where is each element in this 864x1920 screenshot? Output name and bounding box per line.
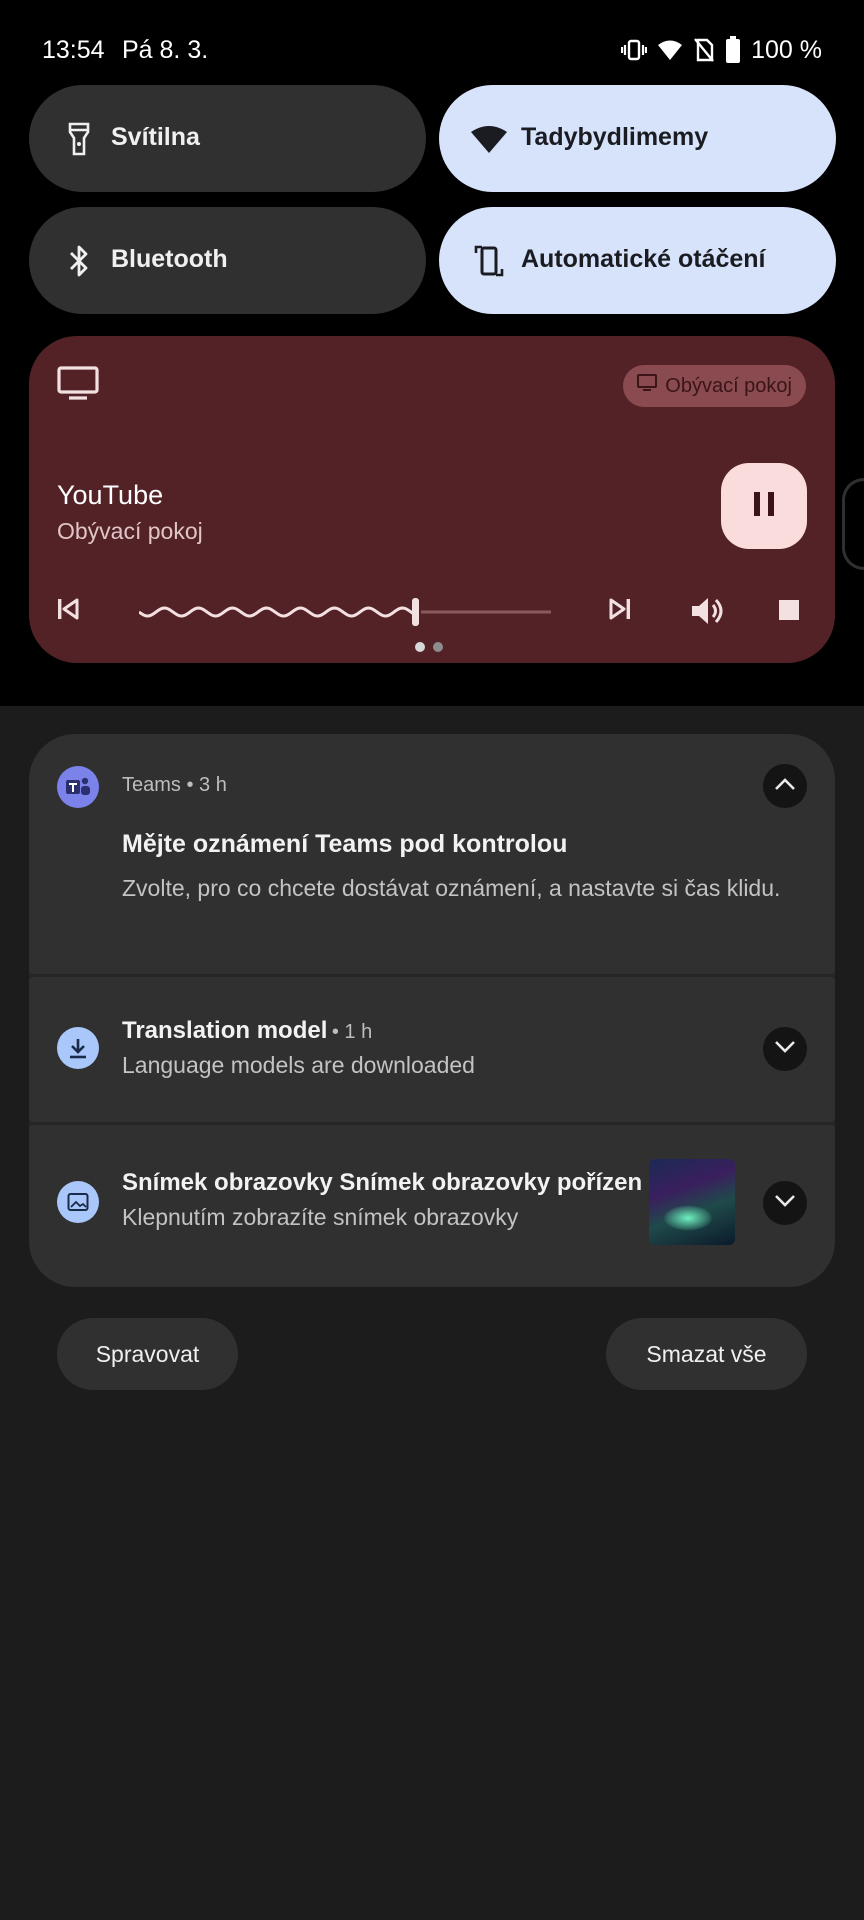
- app-name: Teams: [122, 774, 181, 796]
- battery-icon: [725, 36, 741, 64]
- tv-icon: [57, 366, 99, 405]
- tile-label: Automatické otáčení: [521, 245, 766, 273]
- notification-title: Translation model: [122, 1017, 328, 1044]
- status-date: Pá 8. 3.: [122, 36, 209, 64]
- tile-label: Bluetooth: [111, 245, 228, 273]
- next-media-card-edge[interactable]: [842, 478, 864, 570]
- auto-rotate-icon: [469, 241, 509, 281]
- tile-bluetooth[interactable]: Bluetooth: [29, 207, 426, 314]
- cast-icon: [637, 374, 658, 398]
- media-subtitle: Obývací pokoj: [57, 518, 203, 544]
- notification-text: Zvolte, pro co chcete dostávat oznámení,…: [122, 875, 781, 901]
- next-track-button[interactable]: [607, 596, 633, 627]
- media-page-indicator: [415, 642, 443, 652]
- status-time: 13:54: [42, 36, 105, 64]
- tile-label: Tadybydlimemy: [521, 123, 709, 151]
- expand-button[interactable]: [763, 1181, 807, 1225]
- notification-text: Language models are downloaded: [122, 1052, 475, 1078]
- chevron-down-icon: [774, 1194, 796, 1213]
- notification-time: 3 h: [199, 774, 227, 796]
- pause-button[interactable]: [721, 463, 807, 549]
- notification-time: • 1 h: [331, 1021, 373, 1043]
- notification-text: Klepnutím zobrazíte snímek obrazovky: [122, 1204, 519, 1230]
- collapse-button[interactable]: [763, 764, 807, 808]
- manage-button[interactable]: Spravovat: [57, 1318, 238, 1390]
- download-icon: [57, 1027, 99, 1069]
- image-icon: [57, 1181, 99, 1223]
- volume-button[interactable]: [689, 594, 725, 633]
- output-device-chip[interactable]: Obývací pokoj: [623, 365, 806, 407]
- wifi-icon: [657, 38, 683, 62]
- bluetooth-icon: [59, 241, 99, 281]
- output-device-label: Obývací pokoj: [665, 374, 792, 397]
- chevron-up-icon: [774, 777, 796, 796]
- battery-level: 100 %: [751, 35, 822, 64]
- status-bar: 13:54 Pá 8. 3. 100 %: [0, 0, 864, 80]
- vibrate-icon: [621, 38, 648, 62]
- previous-track-button[interactable]: [55, 596, 81, 627]
- teams-icon: [57, 766, 99, 808]
- tile-label: Svítilna: [111, 123, 200, 151]
- notification-meta: Teams • 3 h: [122, 774, 227, 796]
- screenshot-thumbnail[interactable]: [649, 1159, 735, 1245]
- seek-bar[interactable]: [139, 596, 551, 628]
- page-dot: [433, 642, 443, 652]
- clear-all-button[interactable]: Smazat vše: [606, 1318, 807, 1390]
- no-sim-icon: [693, 37, 715, 63]
- notification-title: Snímek obrazovky Snímek obrazovky poříze…: [122, 1169, 643, 1196]
- tile-flashlight[interactable]: Svítilna: [29, 85, 426, 192]
- flashlight-icon: [59, 119, 99, 159]
- notification-group: Teams • 3 h Mějte oznámení Teams pod kon…: [29, 734, 835, 1287]
- wifi-icon: [469, 119, 509, 159]
- status-icons: 100 %: [621, 34, 822, 66]
- notification-title: Mějte oznámení Teams pod kontrolou: [122, 830, 568, 858]
- notification-shade: Teams • 3 h Mějte oznámení Teams pod kon…: [0, 706, 864, 1920]
- media-controls: [29, 586, 835, 636]
- chevron-down-icon: [774, 1040, 796, 1059]
- media-player: Obývací pokoj YouTube Obývací pokoj: [29, 336, 835, 663]
- notification-teams[interactable]: Teams • 3 h Mějte oznámení Teams pod kon…: [29, 734, 835, 974]
- pause-icon: [752, 490, 776, 523]
- page-dot: [415, 642, 425, 652]
- stop-button[interactable]: [777, 598, 801, 627]
- tile-auto-rotate[interactable]: Automatické otáčení: [439, 207, 836, 314]
- notification-header: Translation model • 1 h: [122, 1017, 372, 1045]
- tile-wifi[interactable]: Tadybydlimemy: [439, 85, 836, 192]
- expand-button[interactable]: [763, 1027, 807, 1071]
- notification-screenshot[interactable]: Snímek obrazovky Snímek obrazovky poříze…: [29, 1125, 835, 1287]
- quick-settings-panel: 13:54 Pá 8. 3. 100 % Svítilna Tadybydlim…: [0, 0, 864, 706]
- media-title: YouTube: [57, 480, 164, 510]
- notification-translation-model[interactable]: Translation model • 1 h Language models …: [29, 977, 835, 1122]
